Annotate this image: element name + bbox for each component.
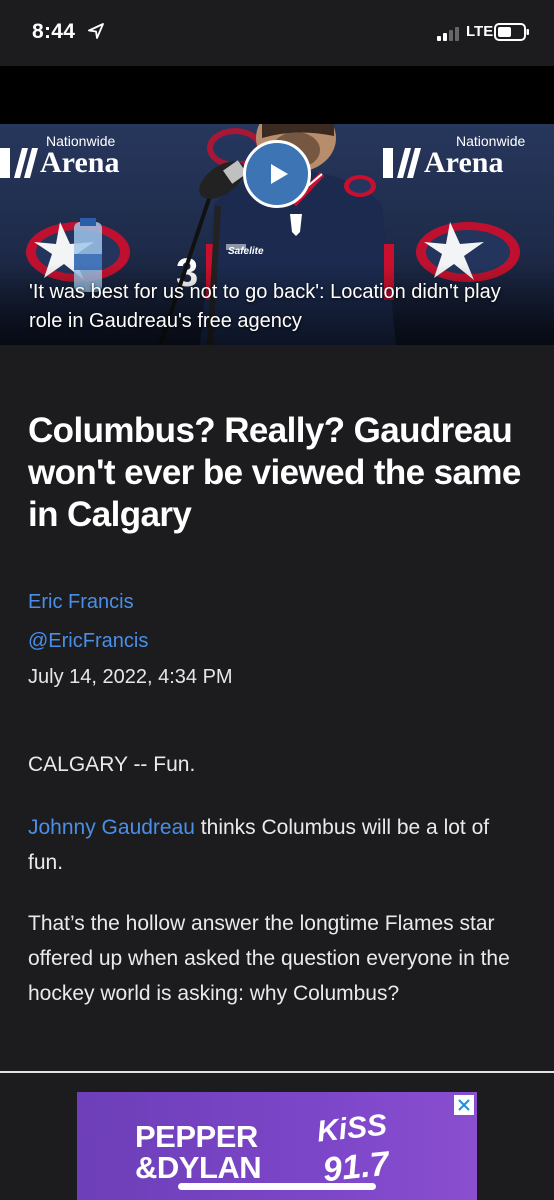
- play-icon: [271, 164, 288, 184]
- article-paragraph: Johnny Gaudreau thinks Columbus will be …: [28, 810, 528, 880]
- author-link[interactable]: Eric Francis: [28, 591, 134, 614]
- article-paragraph: CALGARY -- Fun.: [28, 753, 196, 776]
- play-button[interactable]: [243, 140, 311, 208]
- svg-text:Arena: Arena: [40, 146, 119, 179]
- article-headline: Columbus? Really? Gaudreau won't ever be…: [28, 411, 521, 534]
- publish-date: July 14, 2022, 4:34 PM: [28, 666, 233, 688]
- status-bar: 8:44 LTE: [0, 0, 554, 66]
- location-arrow-icon: [88, 23, 104, 39]
- top-band: [0, 66, 554, 124]
- svg-text:Safelite: Safelite: [228, 246, 264, 257]
- ad-close-button[interactable]: [454, 1095, 474, 1115]
- ad-station-logo: KiSS: [315, 1108, 389, 1149]
- status-time: 8:44: [32, 20, 76, 43]
- divider: [0, 1071, 554, 1073]
- author-handle-link[interactable]: @EricFrancis: [28, 630, 148, 653]
- battery-icon: [494, 23, 529, 41]
- article-paragraph: That’s the hollow answer the longtime Fl…: [28, 912, 510, 1005]
- player-link[interactable]: Johnny Gaudreau: [28, 816, 195, 839]
- home-indicator[interactable]: [178, 1183, 376, 1190]
- ad-title-line2: &DYLAN: [135, 1150, 262, 1185]
- svg-text:Arena: Arena: [424, 146, 503, 179]
- close-icon: [458, 1099, 470, 1111]
- video-caption[interactable]: 'It was best for us not to go back': Loc…: [29, 278, 529, 336]
- cellular-signal-icon: [437, 27, 461, 41]
- network-type: LTE: [466, 23, 494, 40]
